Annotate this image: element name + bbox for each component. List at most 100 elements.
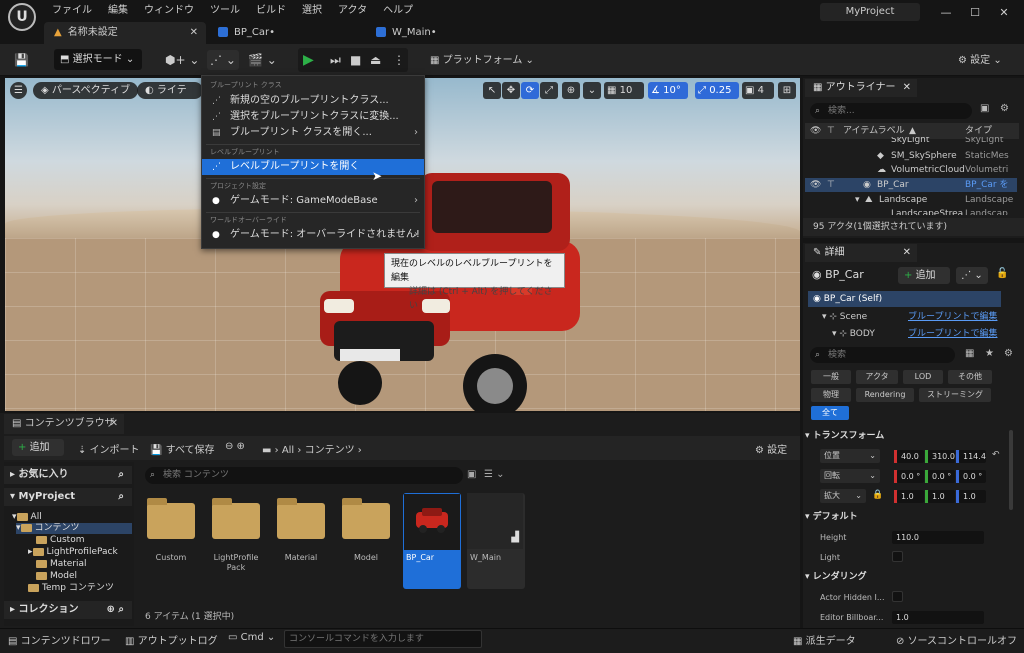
editor-billboard-field[interactable]: 1.0 <box>892 611 984 624</box>
asset-folder-model[interactable]: Model <box>338 493 394 589</box>
close-tab-icon[interactable]: ✕ <box>110 414 118 434</box>
outliner-row[interactable]: ☁ VolumetricCloud Volumetri <box>805 163 1017 177</box>
stop-icon[interactable]: ■ <box>350 50 361 70</box>
add-folder-icon[interactable]: ▣ <box>980 103 989 114</box>
tab-untitled-level[interactable]: ▲ 名称未設定 ✕ <box>44 22 206 44</box>
translate-tool-icon[interactable]: ✥ <box>502 82 520 99</box>
asset-folder-custom[interactable]: Custom <box>143 493 199 589</box>
asset-bp-car[interactable]: BP_Car <box>403 493 461 589</box>
blueprint-options-icon[interactable]: ⋰ ⌄ <box>956 267 988 284</box>
height-field[interactable]: 110.0 <box>892 531 984 544</box>
tree-item-all[interactable]: ▾ All <box>12 512 42 523</box>
filter-actor[interactable]: アクタ <box>856 370 898 384</box>
star-icon[interactable]: ★ <box>985 348 994 359</box>
world-space-icon[interactable]: ⊕ <box>562 82 580 99</box>
add-component-button[interactable]: + 追加 <box>898 267 950 284</box>
tab-bp-car[interactable]: BP_Car• <box>208 22 348 44</box>
scale-dropdown[interactable]: 拡大 ⌄ <box>820 489 866 503</box>
scale-x-field[interactable]: 1.0 <box>897 490 924 503</box>
breadcrumb-content[interactable]: コンテンツ <box>305 445 355 456</box>
surface-snap-icon[interactable]: ⌄ <box>583 82 601 99</box>
details-tab[interactable]: ✎ 詳細 ✕ <box>805 244 917 262</box>
project-section[interactable]: ▾ MyProject ⌕ <box>4 488 132 506</box>
tree-item-lightprofilepack[interactable]: ▸ LightProfilePack <box>28 547 118 558</box>
advance-frame-icon[interactable]: ⏭ <box>330 50 341 70</box>
outliner-row[interactable]: ▾ ⛰ Landscape Landscape <box>805 193 1017 207</box>
filter-lod[interactable]: LOD <box>903 370 943 384</box>
close-tab-icon[interactable]: ✕ <box>903 79 911 97</box>
location-dropdown[interactable]: 位置 ⌄ <box>820 449 880 463</box>
rotate-tool-icon[interactable]: ⟳ <box>521 82 539 99</box>
maximize-button[interactable]: ☐ <box>961 4 989 22</box>
menu-edit[interactable]: 編集 <box>100 0 136 22</box>
asset-w-main[interactable]: ▟ W_Main <box>467 493 525 589</box>
cmd-selector[interactable]: ▭ Cmd ⌄ <box>228 632 275 643</box>
tree-item-material[interactable]: Material <box>36 559 87 570</box>
outliner-tab[interactable]: ▦ アウトライナー ✕ <box>805 79 917 97</box>
cinematics-icon[interactable]: 🎬 ⌄ <box>248 50 277 70</box>
gear-icon[interactable]: ⚙ <box>1004 348 1013 359</box>
scale-y-field[interactable]: 1.0 <box>928 490 955 503</box>
close-button[interactable]: ✕ <box>990 4 1018 22</box>
lock-icon[interactable]: 🔓 <box>996 268 1008 279</box>
asset-folder-lightprofilepack[interactable]: LightProfile Pack <box>208 493 264 589</box>
visibility-icon[interactable]: 👁 <box>810 178 821 192</box>
rotation-x-field[interactable]: 0.0 ° <box>897 470 924 483</box>
save-all-button[interactable]: 💾 すべて保存 <box>150 441 215 456</box>
blueprint-menu-icon[interactable]: ⋰ ⌄ <box>207 50 239 70</box>
add-button[interactable]: + 追加 <box>12 439 64 456</box>
location-z-field[interactable]: 114.4 <box>959 450 986 463</box>
platform-button[interactable]: ▦ プラットフォーム ⌄ <box>430 51 534 66</box>
filter-general[interactable]: 一般 <box>811 370 851 384</box>
maximize-viewport-icon[interactable]: ⊞ <box>778 82 796 99</box>
save-search-icon[interactable]: ▣ <box>467 469 476 480</box>
table-view-icon[interactable]: ▦ <box>965 348 974 359</box>
breadcrumb-all[interactable]: All <box>282 445 294 456</box>
filter-physics[interactable]: 物理 <box>811 388 851 402</box>
scale-tool-icon[interactable]: ⤢ <box>540 82 558 99</box>
close-tab-icon[interactable]: ✕ <box>903 244 911 262</box>
edit-in-blueprint-link[interactable]: ブループリントで編集 <box>908 326 997 339</box>
filter-other[interactable]: その他 <box>948 370 992 384</box>
grid-snap-toggle[interactable]: ▦ 10 <box>604 82 644 99</box>
open-level-blueprint-item[interactable]: ⋰ レベルブループリントを開く <box>202 159 424 175</box>
select-tool-icon[interactable]: ↖ <box>483 82 501 99</box>
reset-icon[interactable]: ↶ <box>992 450 1000 460</box>
new-empty-blueprint-item[interactable]: ⋰ 新規の空のブループリントクラス... <box>202 93 424 109</box>
collections-section[interactable]: ▸ コレクション ⊕ ⌕ <box>4 601 132 619</box>
menu-window[interactable]: ウィンドウ <box>136 0 202 22</box>
edit-in-blueprint-link[interactable]: ブループリントで編集 <box>908 309 997 325</box>
transform-section[interactable]: ▾ トランスフォーム <box>805 428 1005 444</box>
component-row-body[interactable]: ▾ ⊹ BODY ブループリントで編集 <box>808 326 1001 339</box>
asset-folder-material[interactable]: Material <box>273 493 329 589</box>
save-icon[interactable]: 💾 <box>14 50 29 70</box>
derived-data-button[interactable]: ▦ 派生データ <box>793 632 856 647</box>
content-browser-tab[interactable]: ▤ コンテンツブラウザ ✕ <box>4 414 124 434</box>
details-scrollbar[interactable] <box>1009 430 1013 510</box>
close-tab-icon[interactable]: ✕ <box>190 22 198 44</box>
content-drawer-button[interactable]: ▤ コンテンツドロワー <box>8 632 111 647</box>
menu-file[interactable]: ファイル <box>44 0 100 22</box>
viewport-menu-icon[interactable]: ☰ <box>10 82 27 99</box>
add-actor-icon[interactable]: ⬢+ ⌄ <box>165 50 199 70</box>
eject-icon[interactable]: ⏏ <box>370 50 381 70</box>
more-options-icon[interactable]: ⋮ <box>393 50 405 70</box>
cb-settings-button[interactable]: ⚙ 設定 <box>755 441 787 456</box>
rotation-z-field[interactable]: 0.0 ° <box>959 470 986 483</box>
expand-icon[interactable]: ▾ <box>855 193 860 207</box>
pin-icon[interactable]: ⊤ <box>827 178 835 192</box>
console-command-input[interactable]: コンソールコマンドを入力します <box>284 630 482 648</box>
play-icon[interactable]: ▶ <box>303 50 323 70</box>
scale-z-field[interactable]: 1.0 <box>959 490 986 503</box>
source-control-button[interactable]: ⊘ ソースコントロールオフ <box>896 632 1024 647</box>
outliner-row[interactable]: SkyLight SkyLight <box>805 137 1017 147</box>
search-icon[interactable]: ⌕ <box>118 488 124 506</box>
filter-streaming[interactable]: ストリーミング <box>919 388 991 402</box>
output-log-button[interactable]: ▥ アウトプットログ <box>125 632 218 647</box>
unreal-logo-icon[interactable]: U <box>8 3 36 31</box>
mode-selector[interactable]: ⬒ 選択モード ⌄ <box>54 49 142 70</box>
menu-actor[interactable]: アクタ <box>330 0 375 22</box>
outliner-search-input[interactable]: ⌕ 検索... <box>810 103 972 119</box>
content-search-input[interactable]: ⌕ 検索 コンテンツ <box>145 467 463 484</box>
world-game-mode-item[interactable]: ● ゲームモード: オーバーライドされません! › <box>202 227 424 243</box>
